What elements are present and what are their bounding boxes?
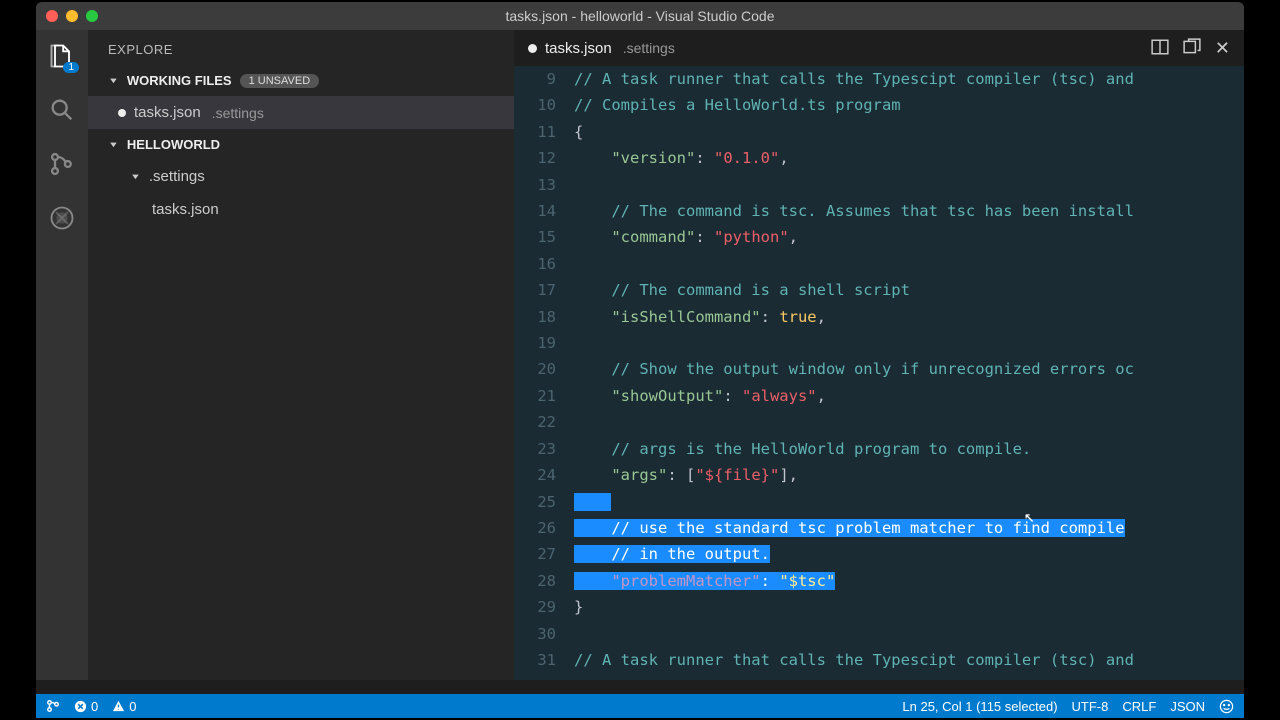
feedback-icon[interactable] — [1219, 699, 1234, 714]
window-maximize-button[interactable] — [86, 10, 98, 22]
folder-item[interactable]: ▼ .settings — [88, 160, 514, 193]
explorer-icon[interactable]: 1 — [48, 42, 76, 70]
project-header[interactable]: ▼ HELLOWORLD — [88, 129, 514, 160]
editor: tasks.json .settings ✕ ↖ 9// A task runn… — [514, 30, 1244, 680]
debug-icon[interactable] — [48, 204, 76, 232]
git-branch-icon[interactable] — [46, 699, 60, 713]
git-icon[interactable] — [48, 150, 76, 178]
more-icon[interactable] — [1183, 38, 1201, 56]
dirty-dot-icon — [118, 109, 126, 117]
chevron-down-icon: ▼ — [108, 140, 119, 148]
split-editor-icon[interactable] — [1151, 38, 1169, 56]
window-close-button[interactable] — [46, 10, 58, 22]
status-language[interactable]: JSON — [1170, 699, 1205, 714]
tab-bar: tasks.json .settings ✕ — [514, 30, 1244, 66]
working-file-item[interactable]: tasks.json .settings — [88, 96, 514, 129]
titlebar: tasks.json - helloworld - Visual Studio … — [36, 2, 1244, 30]
sidebar-title: EXPLORE — [88, 30, 514, 65]
editor-tab[interactable]: tasks.json .settings — [528, 40, 675, 57]
search-icon[interactable] — [48, 96, 76, 124]
status-encoding[interactable]: UTF-8 — [1072, 699, 1109, 714]
close-icon[interactable]: ✕ — [1215, 38, 1230, 59]
working-files-header[interactable]: ▼ WORKING FILES 1 UNSAVED — [88, 65, 514, 96]
explorer-badge: 1 — [63, 62, 79, 73]
chevron-down-icon: ▼ — [108, 76, 119, 84]
status-bar: 0 0 Ln 25, Col 1 (115 selected) UTF-8 CR… — [36, 694, 1244, 718]
dirty-dot-icon — [528, 44, 537, 53]
chevron-down-icon: ▼ — [130, 172, 141, 180]
unsaved-badge: 1 UNSAVED — [240, 74, 320, 88]
error-icon — [74, 700, 87, 713]
activity-bar: 1 — [36, 30, 88, 680]
status-eol[interactable]: CRLF — [1122, 699, 1156, 714]
file-item[interactable]: tasks.json — [88, 193, 514, 226]
sidebar: EXPLORE ▼ WORKING FILES 1 UNSAVED tasks.… — [88, 30, 514, 680]
window-minimize-button[interactable] — [66, 10, 78, 22]
app-window: tasks.json - helloworld - Visual Studio … — [36, 2, 1244, 718]
status-cursor[interactable]: Ln 25, Col 1 (115 selected) — [902, 699, 1057, 714]
window-title: tasks.json - helloworld - Visual Studio … — [36, 8, 1244, 24]
code-area[interactable]: ↖ 9// A task runner that calls the Types… — [514, 66, 1244, 680]
warning-icon — [112, 700, 125, 713]
status-warnings[interactable]: 0 — [112, 699, 136, 714]
status-errors[interactable]: 0 — [74, 699, 98, 714]
